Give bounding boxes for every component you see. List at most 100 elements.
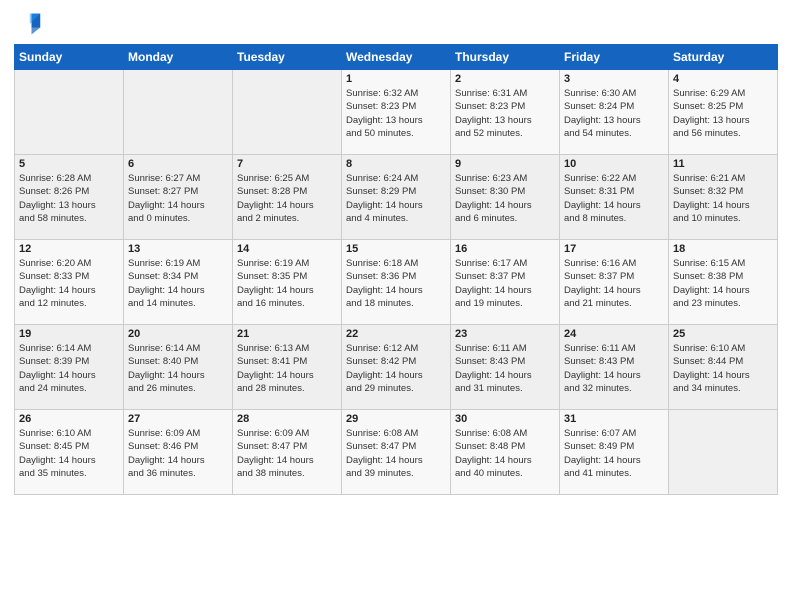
day-number: 1: [346, 73, 446, 85]
day-number: 16: [455, 243, 555, 255]
day-info: Sunrise: 6:10 AM Sunset: 8:45 PM Dayligh…: [19, 427, 119, 480]
day-number: 2: [455, 73, 555, 85]
weekday-header-friday: Friday: [560, 45, 669, 70]
day-info: Sunrise: 6:11 AM Sunset: 8:43 PM Dayligh…: [564, 342, 664, 395]
day-info: Sunrise: 6:11 AM Sunset: 8:43 PM Dayligh…: [455, 342, 555, 395]
weekday-header-tuesday: Tuesday: [233, 45, 342, 70]
day-info: Sunrise: 6:31 AM Sunset: 8:23 PM Dayligh…: [455, 87, 555, 140]
day-number: 31: [564, 413, 664, 425]
weekday-header-thursday: Thursday: [451, 45, 560, 70]
logo: [14, 10, 46, 38]
weekday-header-sunday: Sunday: [15, 45, 124, 70]
calendar-cell: [15, 70, 124, 155]
day-info: Sunrise: 6:20 AM Sunset: 8:33 PM Dayligh…: [19, 257, 119, 310]
day-info: Sunrise: 6:08 AM Sunset: 8:48 PM Dayligh…: [455, 427, 555, 480]
calendar-week-1: 1 Sunrise: 6:32 AM Sunset: 8:23 PM Daylig…: [15, 70, 778, 155]
day-number: 11: [673, 158, 773, 170]
calendar-header: SundayMondayTuesdayWednesdayThursdayFrid…: [15, 45, 778, 70]
day-number: 14: [237, 243, 337, 255]
day-info: Sunrise: 6:23 AM Sunset: 8:30 PM Dayligh…: [455, 172, 555, 225]
calendar-cell: 27Sunrise: 6:09 AM Sunset: 8:46 PM Dayli…: [124, 410, 233, 495]
calendar-week-2: 5 Sunrise: 6:28 AM Sunset: 8:26 PM Daylig…: [15, 155, 778, 240]
day-info: Sunrise: 6:27 AM Sunset: 8:27 PM Dayligh…: [128, 172, 228, 225]
day-info: Sunrise: 6:07 AM Sunset: 8:49 PM Dayligh…: [564, 427, 664, 480]
day-info: Sunrise: 6:13 AM Sunset: 8:41 PM Dayligh…: [237, 342, 337, 395]
day-number: 9: [455, 158, 555, 170]
day-number: 8: [346, 158, 446, 170]
calendar-week-3: 12Sunrise: 6:20 AM Sunset: 8:33 PM Dayli…: [15, 240, 778, 325]
calendar-cell: 13 Sunrise: 6:19 AM Sunset: 8:34 PM Dayli…: [124, 240, 233, 325]
weekday-header-saturday: Saturday: [669, 45, 778, 70]
day-info: Sunrise: 6:19 AM Sunset: 8:34 PM Dayligh…: [128, 257, 228, 310]
day-number: 15: [346, 243, 446, 255]
day-info: Sunrise: 6:28 AM Sunset: 8:26 PM Dayligh…: [19, 172, 119, 225]
day-number: 18: [673, 243, 773, 255]
calendar-cell: 21 Sunrise: 6:13 AM Sunset: 8:41 PM Dayli…: [233, 325, 342, 410]
day-number: 17: [564, 243, 664, 255]
day-info: Sunrise: 6:32 AM Sunset: 8:23 PM Dayligh…: [346, 87, 446, 140]
calendar-cell: 9 Sunrise: 6:23 AM Sunset: 8:30 PM Daylig…: [451, 155, 560, 240]
day-number: 25: [673, 328, 773, 340]
calendar-week-5: 26 Sunrise: 6:10 AM Sunset: 8:45 PM Dayli…: [15, 410, 778, 495]
day-number: 5: [19, 158, 119, 170]
day-info: Sunrise: 6:08 AM Sunset: 8:47 PM Dayligh…: [346, 427, 446, 480]
calendar-cell: 22Sunrise: 6:12 AM Sunset: 8:42 PM Dayli…: [342, 325, 451, 410]
calendar-cell: [233, 70, 342, 155]
day-info: Sunrise: 6:14 AM Sunset: 8:40 PM Dayligh…: [128, 342, 228, 395]
calendar-cell: 6 Sunrise: 6:27 AM Sunset: 8:27 PM Daylig…: [124, 155, 233, 240]
calendar-cell: 2 Sunrise: 6:31 AM Sunset: 8:23 PM Daylig…: [451, 70, 560, 155]
day-number: 24: [564, 328, 664, 340]
calendar-cell: 28 Sunrise: 6:09 AM Sunset: 8:47 PM Dayli…: [233, 410, 342, 495]
page: SundayMondayTuesdayWednesdayThursdayFrid…: [0, 0, 792, 612]
calendar-cell: 18Sunrise: 6:15 AM Sunset: 8:38 PM Dayli…: [669, 240, 778, 325]
weekday-header-monday: Monday: [124, 45, 233, 70]
calendar-cell: 20Sunrise: 6:14 AM Sunset: 8:40 PM Dayli…: [124, 325, 233, 410]
day-info: Sunrise: 6:22 AM Sunset: 8:31 PM Dayligh…: [564, 172, 664, 225]
header: [14, 10, 778, 38]
calendar-cell: 16 Sunrise: 6:17 AM Sunset: 8:37 PM Dayli…: [451, 240, 560, 325]
calendar-cell: 8 Sunrise: 6:24 AM Sunset: 8:29 PM Daylig…: [342, 155, 451, 240]
day-info: Sunrise: 6:16 AM Sunset: 8:37 PM Dayligh…: [564, 257, 664, 310]
calendar-cell: [669, 410, 778, 495]
day-info: Sunrise: 6:14 AM Sunset: 8:39 PM Dayligh…: [19, 342, 119, 395]
day-number: 13: [128, 243, 228, 255]
calendar-cell: 29 Sunrise: 6:08 AM Sunset: 8:47 PM Dayli…: [342, 410, 451, 495]
calendar-cell: 26 Sunrise: 6:10 AM Sunset: 8:45 PM Dayli…: [15, 410, 124, 495]
calendar-cell: 31 Sunrise: 6:07 AM Sunset: 8:49 PM Dayli…: [560, 410, 669, 495]
calendar-cell: 11 Sunrise: 6:21 AM Sunset: 8:32 PM Dayli…: [669, 155, 778, 240]
day-info: Sunrise: 6:12 AM Sunset: 8:42 PM Dayligh…: [346, 342, 446, 395]
weekday-header-wednesday: Wednesday: [342, 45, 451, 70]
calendar-week-4: 19 Sunrise: 6:14 AM Sunset: 8:39 PM Dayli…: [15, 325, 778, 410]
day-info: Sunrise: 6:21 AM Sunset: 8:32 PM Dayligh…: [673, 172, 773, 225]
day-number: 21: [237, 328, 337, 340]
calendar-cell: 5 Sunrise: 6:28 AM Sunset: 8:26 PM Daylig…: [15, 155, 124, 240]
weekday-row: SundayMondayTuesdayWednesdayThursdayFrid…: [15, 45, 778, 70]
calendar-cell: 25Sunrise: 6:10 AM Sunset: 8:44 PM Dayli…: [669, 325, 778, 410]
day-number: 7: [237, 158, 337, 170]
day-number: 6: [128, 158, 228, 170]
day-info: Sunrise: 6:09 AM Sunset: 8:47 PM Dayligh…: [237, 427, 337, 480]
day-number: 19: [19, 328, 119, 340]
day-info: Sunrise: 6:18 AM Sunset: 8:36 PM Dayligh…: [346, 257, 446, 310]
day-number: 26: [19, 413, 119, 425]
day-info: Sunrise: 6:24 AM Sunset: 8:29 PM Dayligh…: [346, 172, 446, 225]
day-info: Sunrise: 6:29 AM Sunset: 8:25 PM Dayligh…: [673, 87, 773, 140]
day-number: 4: [673, 73, 773, 85]
day-info: Sunrise: 6:30 AM Sunset: 8:24 PM Dayligh…: [564, 87, 664, 140]
calendar-cell: [124, 70, 233, 155]
calendar-table: SundayMondayTuesdayWednesdayThursdayFrid…: [14, 44, 778, 495]
calendar-body: 1 Sunrise: 6:32 AM Sunset: 8:23 PM Daylig…: [15, 70, 778, 495]
day-info: Sunrise: 6:17 AM Sunset: 8:37 PM Dayligh…: [455, 257, 555, 310]
day-number: 3: [564, 73, 664, 85]
calendar-cell: 23Sunrise: 6:11 AM Sunset: 8:43 PM Dayli…: [451, 325, 560, 410]
calendar-cell: 3 Sunrise: 6:30 AM Sunset: 8:24 PM Daylig…: [560, 70, 669, 155]
calendar-cell: 7Sunrise: 6:25 AM Sunset: 8:28 PM Daylig…: [233, 155, 342, 240]
calendar-cell: 12Sunrise: 6:20 AM Sunset: 8:33 PM Dayli…: [15, 240, 124, 325]
day-number: 28: [237, 413, 337, 425]
day-info: Sunrise: 6:09 AM Sunset: 8:46 PM Dayligh…: [128, 427, 228, 480]
day-number: 29: [346, 413, 446, 425]
calendar-cell: 10 Sunrise: 6:22 AM Sunset: 8:31 PM Dayli…: [560, 155, 669, 240]
day-number: 10: [564, 158, 664, 170]
calendar-cell: 30Sunrise: 6:08 AM Sunset: 8:48 PM Dayli…: [451, 410, 560, 495]
logo-icon: [14, 10, 42, 38]
